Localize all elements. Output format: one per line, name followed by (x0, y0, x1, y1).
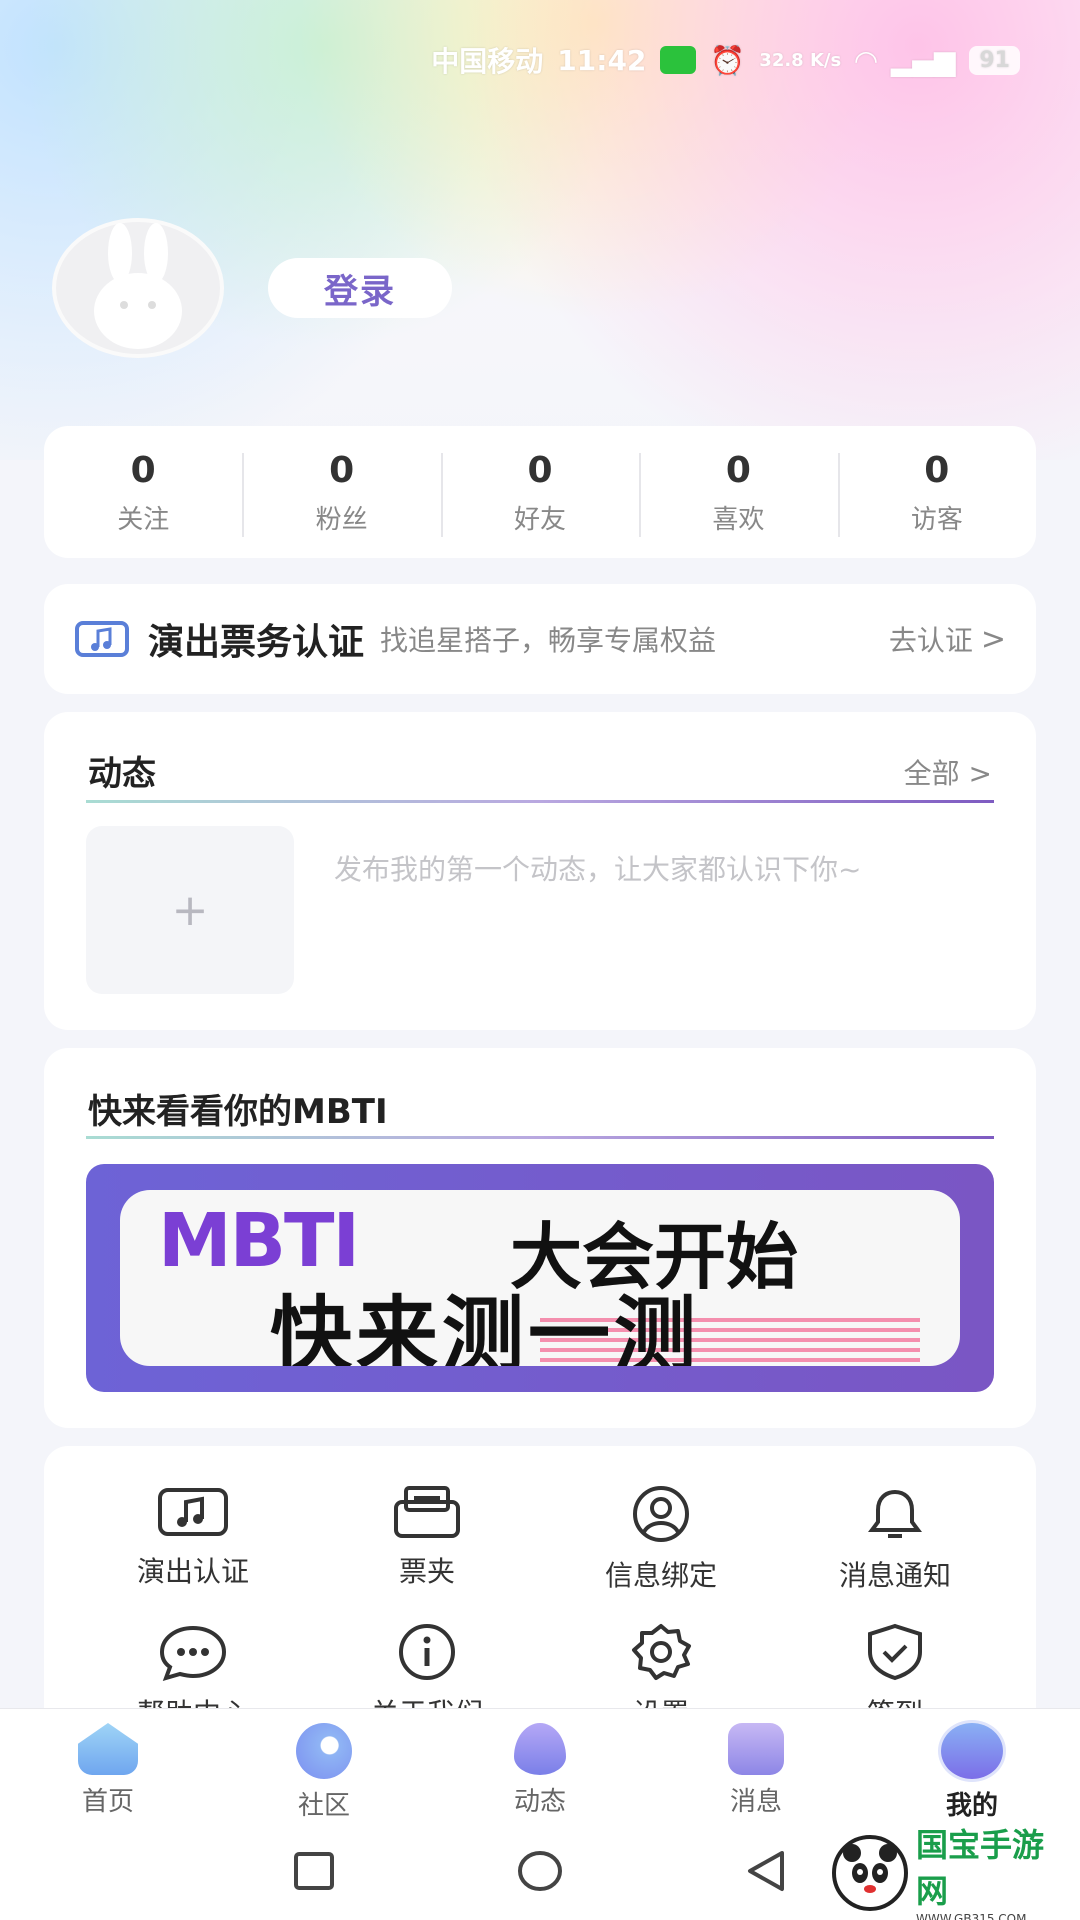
wechat-icon (660, 46, 697, 74)
stat-following[interactable]: 0 关注 (44, 449, 242, 536)
stat-fans[interactable]: 0 粉丝 (242, 449, 440, 537)
battery-badge: 91 (969, 45, 1020, 75)
signal-icon: ▂▄▆ (890, 43, 956, 77)
ticket-verify-banner[interactable]: 演出票务认证 找追星搭子，畅享专属权益 去认证 > (44, 584, 1036, 694)
nav-messages[interactable]: 消息 (648, 1709, 864, 1822)
tools-card: 演出认证 票夹 信息绑定 消息通知 帮助中心 关于我们 设置 签到 (44, 1446, 1036, 1746)
tool-label: 信息绑定 (604, 1559, 717, 1592)
gear-icon (632, 1624, 691, 1680)
nav-dynamics[interactable]: 动态 (432, 1709, 648, 1822)
watermark-url: WWW.GB315.COM (916, 1912, 1027, 1920)
net-speed: 32.8 K/s (759, 49, 842, 71)
empty-tip: 发布我的第一个动态，让大家都认识下你~ (334, 853, 862, 886)
section-divider (86, 1136, 994, 1139)
stat-label: 喜欢 (712, 504, 765, 535)
login-button[interactable]: 登录 (268, 258, 452, 318)
stat-label: 访客 (910, 504, 963, 535)
tool-notifications[interactable]: 消息通知 (778, 1484, 1012, 1594)
wifi-icon: ◠ (855, 43, 877, 77)
ticket-icon (158, 1488, 228, 1536)
tool-info-binding[interactable]: 信息绑定 (544, 1484, 778, 1594)
back-icon[interactable] (744, 1849, 788, 1893)
stat-friends[interactable]: 0 好友 (440, 449, 639, 537)
nav-community[interactable]: 社区 (216, 1709, 432, 1822)
stat-value: 0 (130, 449, 156, 491)
rabbit-icon (94, 223, 182, 349)
all-label: 全部 (903, 757, 960, 790)
community-icon (296, 1723, 352, 1779)
clock: 11:42 (557, 43, 647, 77)
status-bar: 中国移动 11:42 ⏰ 32.8 K/s ◠ ▂▄▆ 91 (350, 40, 1020, 80)
dynamics-title: 动态 (88, 754, 156, 794)
dynamics-all-link[interactable]: 全部 > (904, 752, 992, 792)
alarm-icon: ⏰ (710, 43, 746, 77)
panda-logo-icon (832, 1835, 908, 1911)
ticket-title: 演出票务认证 (148, 622, 365, 663)
panda-face-icon (843, 1844, 897, 1893)
stat-likes[interactable]: 0 喜欢 (639, 449, 837, 537)
shield-check-icon (868, 1623, 922, 1681)
inbox-icon (394, 1486, 460, 1538)
chevron-right-icon: > (968, 757, 992, 790)
stat-visitors[interactable]: 0 访客 (837, 449, 1036, 537)
banner-panel: MBTI 大会开始 快来测一测 (120, 1190, 960, 1366)
ticket-subtitle: 找追星搭子，畅享专属权益 (380, 624, 717, 657)
message-icon (728, 1723, 784, 1775)
nav-label: 消息 (729, 1787, 782, 1817)
nav-home[interactable]: 首页 (0, 1709, 216, 1822)
recents-icon[interactable] (292, 1851, 336, 1891)
bell-icon (868, 1489, 922, 1538)
stat-label: 粉丝 (315, 504, 368, 535)
flame-icon (514, 1723, 566, 1775)
stat-label: 好友 (514, 504, 567, 535)
verify-link[interactable]: 去认证 (889, 619, 973, 659)
dynamics-card: 动态 全部 > + 发布我的第一个动态，让大家都认识下你~ (44, 712, 1036, 1030)
home-icon (78, 1723, 138, 1775)
tool-ticket-wallet[interactable]: 票夹 (310, 1484, 544, 1590)
carrier-label: 中国移动 (431, 45, 544, 78)
tool-label: 票夹 (398, 1555, 455, 1588)
watermark: 国宝手游网 WWW.GB315.COM (832, 1826, 1072, 1920)
add-post-button[interactable]: + (86, 826, 294, 994)
chat-icon (159, 1625, 227, 1681)
stat-value: 0 (329, 449, 355, 491)
tool-show-verify[interactable]: 演出认证 (76, 1484, 310, 1590)
info-icon (399, 1624, 455, 1680)
nav-label: 社区 (297, 1791, 350, 1821)
nav-label: 首页 (81, 1787, 134, 1817)
bottom-nav: 首页 社区 动态 消息 我的 (0, 1708, 1080, 1822)
stats-card: 0 关注 0 粉丝 0 好友 0 喜欢 0 访客 (44, 426, 1036, 558)
avatar[interactable] (52, 218, 224, 358)
nav-label: 动态 (513, 1787, 566, 1817)
nav-mine[interactable]: 我的 (864, 1709, 1080, 1822)
chevron-right-icon: > (980, 621, 1006, 657)
mbti-card: 快来看看你的MBTI MBTI 大会开始 快来测一测 (44, 1048, 1036, 1428)
home-circle-icon[interactable] (516, 1849, 564, 1893)
nav-label: 我的 (945, 1791, 998, 1821)
stat-value: 0 (527, 449, 553, 491)
plus-icon: + (171, 884, 209, 936)
section-divider (86, 800, 994, 803)
watermark-name: 国宝手游网 (916, 1826, 1045, 1910)
tool-label: 演出认证 (136, 1555, 249, 1588)
stat-value: 0 (924, 449, 950, 491)
profile-icon (941, 1723, 1003, 1779)
banner-cta-text: 快来测一测 (270, 1288, 701, 1366)
stat-value: 0 (725, 449, 751, 491)
mbti-title: 快来看看你的MBTI (88, 1092, 388, 1132)
user-circle-icon (633, 1486, 689, 1542)
mbti-banner[interactable]: MBTI 大会开始 快来测一测 (86, 1164, 994, 1392)
tool-label: 消息通知 (838, 1559, 951, 1592)
stat-label: 关注 (117, 504, 170, 535)
ticket-icon (75, 621, 129, 657)
